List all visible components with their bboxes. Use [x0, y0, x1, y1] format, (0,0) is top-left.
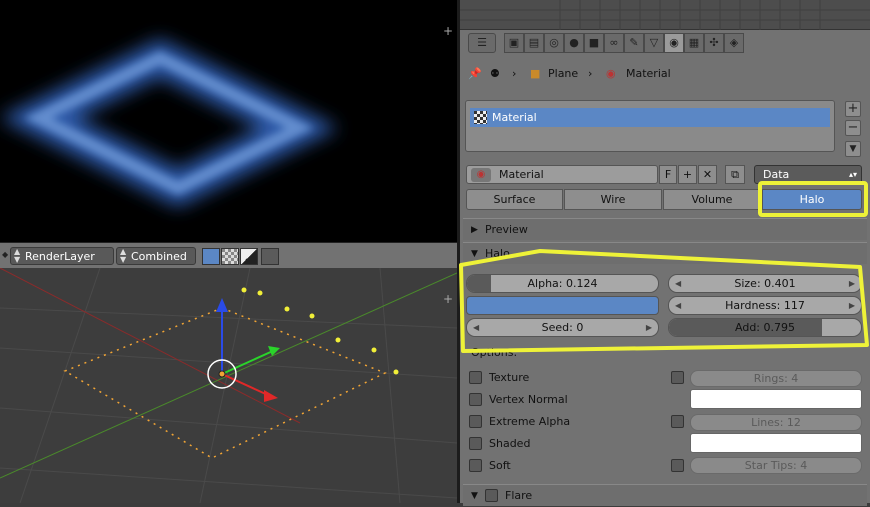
properties-tabs: ☰ ▣ ▤ ◎ ● ■ ∞ ✎ ▽ ◉ ▦ ✣ ◈	[460, 30, 870, 56]
shaded-label: Shaded	[489, 437, 531, 450]
render-header: ◆ ▲ ▼ RenderLayer ▲ ▼ Combined	[0, 242, 457, 268]
halo-button-highlight	[758, 181, 868, 217]
material-browse-icon[interactable]: ◉	[471, 168, 491, 182]
material-name-field[interactable]: ◉ Material	[466, 165, 658, 184]
fake-user-button[interactable]: F	[659, 165, 677, 184]
triangle-down-icon: ▼	[471, 491, 478, 501]
tab-world[interactable]: ●	[564, 33, 584, 53]
tab-object[interactable]: ■	[584, 33, 604, 53]
tab-material[interactable]: ◉	[664, 33, 684, 53]
tab-data[interactable]: ▽	[644, 33, 664, 53]
editor-type-icon[interactable]: ☰	[468, 33, 496, 53]
render-view[interactable]	[0, 0, 457, 242]
display-rgb-button[interactable]	[202, 248, 220, 265]
preview-panel-title: Preview	[485, 223, 528, 236]
soft-checkbox[interactable]	[469, 459, 482, 472]
render-pass-label: Combined	[131, 250, 187, 263]
display-zbuffer-button[interactable]	[240, 248, 258, 265]
display-alpha-button[interactable]	[221, 248, 239, 265]
rings-field[interactable]: Rings: 4	[690, 370, 862, 387]
vertex-normal-label: Vertex Normal	[489, 393, 568, 406]
lines-value: Lines: 12	[751, 416, 801, 429]
breadcrumb: 📌 ⚉ › ■ Plane › ◉ Material	[460, 62, 870, 84]
copy-paste-icon[interactable]: ⧉	[725, 165, 745, 184]
rings-checkbox[interactable]	[671, 371, 684, 384]
halo-render	[0, 39, 339, 207]
texture-checkbox[interactable]	[469, 371, 482, 384]
vertex-normal-checkbox[interactable]	[469, 393, 482, 406]
preview-panel-header[interactable]: ▶ Preview	[463, 218, 867, 240]
type-volume-button[interactable]: Volume	[663, 189, 761, 210]
halo-settings-highlight	[459, 249, 869, 353]
draw-channels-button[interactable]	[261, 248, 279, 265]
chevron-right-icon: ›	[588, 67, 593, 80]
checker-icon	[474, 111, 487, 124]
3d-viewport[interactable]: +	[0, 268, 457, 503]
viewport-scene	[0, 268, 457, 503]
scene-icon: ⚉	[490, 67, 500, 80]
lines-field[interactable]: Lines: 12	[690, 414, 862, 431]
breadcrumb-material: Material	[626, 67, 671, 80]
remove-slot-button[interactable]: −	[845, 120, 861, 136]
arrow-down-icon: ▼	[14, 255, 21, 264]
new-material-button[interactable]: +	[678, 165, 697, 184]
stepper-icon[interactable]: ◆	[2, 250, 8, 259]
unlink-material-button[interactable]: ✕	[698, 165, 717, 184]
texture-label: Texture	[489, 371, 530, 384]
rings-color-swatch[interactable]	[690, 389, 862, 409]
soft-label: Soft	[489, 459, 511, 472]
pin-icon[interactable]: 📌	[468, 67, 482, 80]
type-wire-button[interactable]: Wire	[564, 189, 662, 210]
flare-checkbox[interactable]	[485, 489, 498, 502]
extreme-alpha-label: Extreme Alpha	[489, 415, 571, 428]
link-select-value: Data	[763, 168, 790, 181]
shaded-checkbox[interactable]	[469, 437, 482, 450]
arrow-down-icon: ▼	[120, 255, 127, 264]
type-surface-button[interactable]: Surface	[466, 189, 563, 210]
timeline-strip	[460, 0, 870, 30]
star-checkbox[interactable]	[671, 459, 684, 472]
plus-icon[interactable]: +	[443, 292, 453, 306]
star-tips-value: Star Tips: 4	[744, 459, 808, 472]
tab-modifiers[interactable]: ✎	[624, 33, 644, 53]
object-icon: ■	[530, 67, 541, 80]
star-tips-field[interactable]: Star Tips: 4	[690, 457, 862, 474]
render-layer-label: RenderLayer	[25, 250, 95, 263]
material-name: Material	[499, 168, 544, 181]
rings-value: Rings: 4	[753, 372, 799, 385]
lines-color-swatch[interactable]	[690, 433, 862, 453]
chevron-right-icon: ›	[512, 67, 517, 80]
material-icon: ◉	[606, 67, 616, 80]
breadcrumb-object: Plane	[548, 67, 579, 80]
extreme-alpha-checkbox[interactable]	[469, 415, 482, 428]
triangle-right-icon: ▶	[471, 225, 478, 235]
tab-constraints[interactable]: ∞	[604, 33, 624, 53]
tab-render-layers[interactable]: ▤	[524, 33, 544, 53]
lines-checkbox[interactable]	[671, 415, 684, 428]
slot-specials-button[interactable]: ▼	[845, 141, 861, 157]
add-slot-button[interactable]: +	[845, 101, 861, 117]
plus-icon[interactable]: +	[443, 24, 453, 38]
tab-physics[interactable]: ◈	[724, 33, 744, 53]
material-slot-label: Material	[492, 111, 537, 124]
flare-panel-title: Flare	[505, 489, 533, 502]
render-layer-select[interactable]: ▲ ▼ RenderLayer	[10, 247, 114, 265]
tab-texture[interactable]: ▦	[684, 33, 704, 53]
render-pass-select[interactable]: ▲ ▼ Combined	[116, 247, 196, 265]
tab-particles[interactable]: ✣	[704, 33, 724, 53]
tab-scene[interactable]: ◎	[544, 33, 564, 53]
material-slot-item[interactable]: Material	[470, 108, 830, 127]
tab-render[interactable]: ▣	[504, 33, 524, 53]
